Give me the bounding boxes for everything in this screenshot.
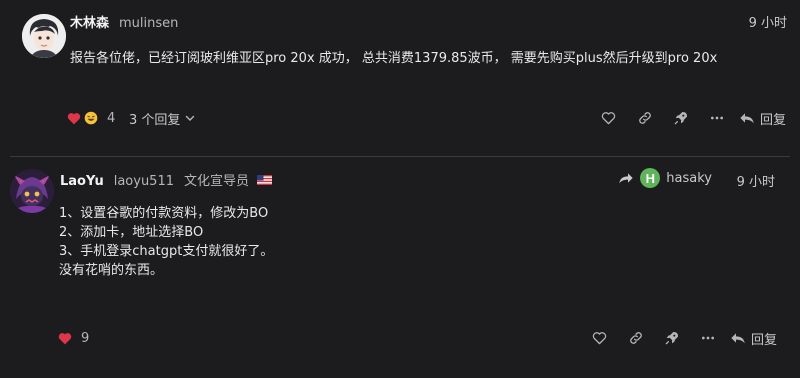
like-count: 9	[81, 330, 90, 346]
reply-to-avatar: H	[640, 168, 661, 188]
reply-arrow-icon	[740, 113, 754, 124]
copy-link-button[interactable]	[618, 326, 654, 350]
reply-to-indicator[interactable]: H hasaky	[618, 168, 712, 188]
heart-outline-icon	[602, 112, 616, 125]
avatar[interactable]	[22, 14, 66, 58]
more-button[interactable]	[690, 326, 726, 350]
post-footer: 9 回复	[0, 326, 800, 350]
boost-button[interactable]	[663, 106, 699, 130]
body-line: 2、添加卡，地址选择BO	[59, 225, 204, 240]
like-button[interactable]	[582, 326, 618, 350]
body-line: 1、设置谷歌的付款资料，修改为BO	[59, 206, 269, 221]
rocket-icon	[665, 332, 678, 345]
reply-button[interactable]: 回复	[730, 329, 777, 348]
post-actions: 回复	[591, 106, 786, 130]
display-name[interactable]: LaoYu	[60, 174, 104, 189]
post-mulinsen: 木林森 mulinsen 9 小时 报告各位佬，已经订阅玻利维亚区pro 20x…	[0, 0, 800, 156]
boost-button[interactable]	[654, 326, 690, 350]
avatar-illustration	[10, 169, 54, 213]
chevron-down-icon	[184, 112, 196, 124]
body-line: 报告各位佬，已经订阅玻利维亚区pro 20x 成功， 总共消费1379.85波币…	[70, 51, 718, 66]
ellipsis-icon	[701, 336, 714, 340]
username[interactable]: mulinsen	[119, 16, 178, 31]
post-body: 报告各位佬，已经订阅玻利维亚区pro 20x 成功， 总共消费1379.85波币…	[70, 49, 717, 68]
replies-label: 3 个回复	[129, 112, 181, 128]
post-author: 木林森 mulinsen	[70, 12, 178, 31]
heart-outline-icon	[593, 332, 607, 345]
post-author: LaoYu laoyu511 文化宣导员	[60, 170, 273, 189]
body-line: 3、手机登录chatgpt支付就很好了。	[59, 244, 274, 259]
heart-icon[interactable]	[58, 332, 72, 345]
post-time[interactable]: 9 小时	[749, 12, 787, 31]
reply-arrow-icon	[731, 333, 745, 344]
copy-link-button[interactable]	[627, 106, 663, 130]
show-replies-button[interactable]: 3 个回复	[129, 109, 196, 128]
post-body: 1、设置谷歌的付款资料，修改为BO 2、添加卡，地址选择BO 3、手机登录cha…	[59, 204, 273, 280]
reactions[interactable]: 9	[58, 331, 89, 346]
post-actions: 回复	[582, 326, 777, 350]
like-count: 4	[107, 110, 116, 126]
link-icon	[639, 112, 651, 124]
avatar[interactable]	[10, 169, 54, 213]
reply-label: 回复	[759, 112, 786, 128]
like-button[interactable]	[591, 106, 627, 130]
post-footer: 4 3 个回复 回复	[0, 106, 800, 130]
us-flag-icon	[257, 175, 273, 185]
more-button[interactable]	[699, 106, 735, 130]
heart-icon[interactable]	[67, 112, 81, 125]
body-line: 没有花哨的东西。	[59, 263, 164, 278]
reactions[interactable]: 4	[67, 111, 115, 126]
share-arrow-icon	[618, 171, 634, 185]
avatar-illustration	[22, 14, 66, 58]
display-name[interactable]: 木林森	[70, 12, 109, 31]
post-laoyu: LaoYu laoyu511 文化宣导员 H hasaky 9 小时 1、设置谷…	[0, 157, 800, 378]
username[interactable]: laoyu511	[114, 174, 174, 189]
reply-to-username: hasaky	[666, 170, 712, 186]
rocket-icon	[674, 112, 687, 125]
grin-emoji-icon[interactable]	[84, 111, 98, 125]
link-icon	[630, 332, 642, 344]
post-time[interactable]: 9 小时	[737, 171, 775, 190]
user-title: 文化宣导员	[184, 174, 250, 189]
ellipsis-icon	[710, 116, 723, 120]
reply-label: 回复	[750, 332, 777, 348]
reply-button[interactable]: 回复	[739, 109, 786, 128]
